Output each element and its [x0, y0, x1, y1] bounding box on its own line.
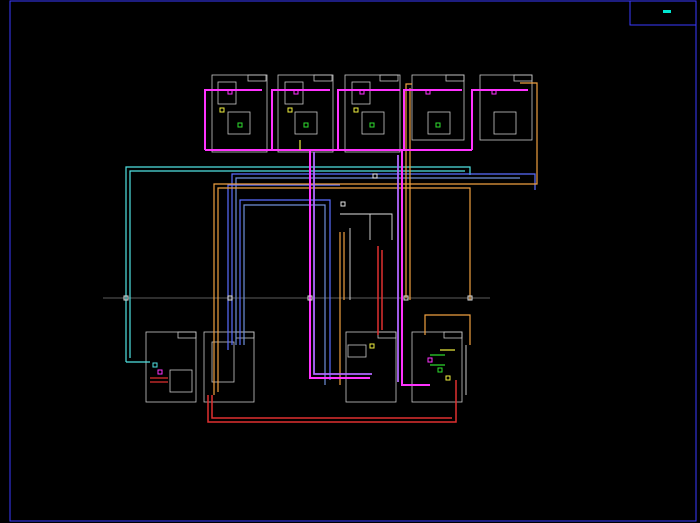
- valve-fitting: [219, 107, 225, 113]
- valve-fitting: [437, 367, 443, 373]
- pipe-line-magenta: [337, 89, 400, 150]
- pipe-line-blue: [227, 184, 340, 350]
- pipe-line-magenta: [204, 89, 262, 150]
- pipe-line-white: [340, 213, 393, 240]
- pipe-line-cyan: [129, 170, 465, 358]
- valve-fitting: [353, 107, 359, 113]
- valve-fitting: [340, 201, 346, 207]
- drawing-border: [9, 0, 697, 522]
- valve-fitting: [287, 107, 293, 113]
- pipe-line-red: [211, 395, 452, 419]
- pipe-line-magenta: [403, 89, 462, 150]
- equipment-room-8: [345, 331, 397, 403]
- valve-fitting: [152, 362, 158, 368]
- equipment-room-4: [411, 74, 465, 141]
- valve-fitting: [303, 122, 309, 128]
- valve-fitting: [237, 122, 243, 128]
- equipment-room-1: [211, 74, 268, 153]
- pipe-line-orange: [405, 83, 412, 298]
- equipment-room-9: [411, 331, 463, 403]
- lower-equipment-rooms: [145, 331, 463, 403]
- pipe-line-steelblue: [243, 204, 326, 385]
- equipment-room-3: [344, 74, 401, 153]
- valve-fitting: [369, 343, 375, 349]
- valve-fitting: [369, 122, 375, 128]
- pipe-line-orange: [424, 314, 471, 345]
- valve-fitting: [435, 122, 441, 128]
- pipe-line-orange: [213, 82, 538, 395]
- equipment-room-5: [479, 74, 533, 141]
- equipment-room-2: [277, 74, 334, 153]
- valve-fitting: [445, 375, 451, 381]
- pipe-network: [103, 82, 538, 423]
- pipe-line-blue: [239, 199, 331, 380]
- pipe-line-magenta: [271, 89, 330, 150]
- cad-drawing-canvas: [9, 0, 697, 522]
- pipe-line-red: [207, 380, 457, 423]
- title-block-mark: [663, 10, 671, 13]
- valve-fitting: [427, 357, 433, 363]
- valve-fitting: [157, 369, 163, 375]
- upper-equipment-rooms: [211, 74, 533, 153]
- equipment-room-7: [203, 331, 255, 403]
